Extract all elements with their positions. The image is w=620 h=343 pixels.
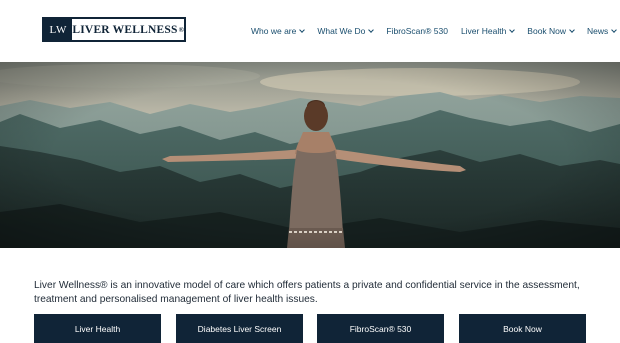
nav-item-label: Liver Health: [460, 26, 507, 36]
page: LW LIVER WELLNESS ® Who we are What We Do…: [0, 0, 620, 343]
logo-registered-mark: ®: [178, 25, 184, 34]
chevron-down-icon: [368, 26, 375, 33]
diabetes-liver-screen-button[interactable]: Diabetes Liver Screen: [176, 314, 303, 343]
chevron-down-icon: [299, 26, 306, 33]
nav-item-what-we-do[interactable]: What We Do: [317, 26, 375, 36]
site-logo[interactable]: LW LIVER WELLNESS ®: [42, 17, 186, 42]
nav-item-who-we-are[interactable]: Who we are: [251, 26, 306, 36]
nav-item-label: Who we are: [251, 26, 297, 36]
nav-item-fibroscan[interactable]: FibroScan® 530: [386, 26, 448, 36]
liver-health-button[interactable]: Liver Health: [34, 314, 161, 343]
nav-item-label: FibroScan® 530: [386, 26, 448, 36]
chevron-down-icon: [569, 26, 575, 33]
logo-wordmark: LIVER WELLNESS ®: [72, 19, 184, 40]
logo-mark: LW: [44, 19, 73, 40]
nav-item-label: Book Now: [527, 26, 567, 36]
nav-item-liver-health[interactable]: Liver Health: [460, 26, 516, 36]
chevron-down-icon: [611, 26, 618, 33]
book-now-button[interactable]: Book Now: [459, 314, 586, 343]
site-header: LW LIVER WELLNESS ® Who we are What We Do…: [0, 0, 620, 62]
hero-banner: [0, 62, 620, 248]
main-nav: Who we are What We Do FibroScan® 530 Liv…: [251, 23, 618, 39]
fibroscan-button[interactable]: FibroScan® 530: [317, 314, 444, 343]
nav-item-label: What We Do: [317, 26, 366, 36]
intro-text: Liver Wellness® is an innovative model o…: [34, 280, 580, 306]
nav-item-news[interactable]: News: [587, 26, 618, 36]
chevron-down-icon: [509, 26, 516, 33]
hero-image: [0, 62, 620, 248]
logo-name: LIVER WELLNESS: [72, 23, 178, 36]
nav-item-book-now[interactable]: Book Now: [527, 26, 575, 36]
nav-item-label: News: [587, 26, 609, 36]
